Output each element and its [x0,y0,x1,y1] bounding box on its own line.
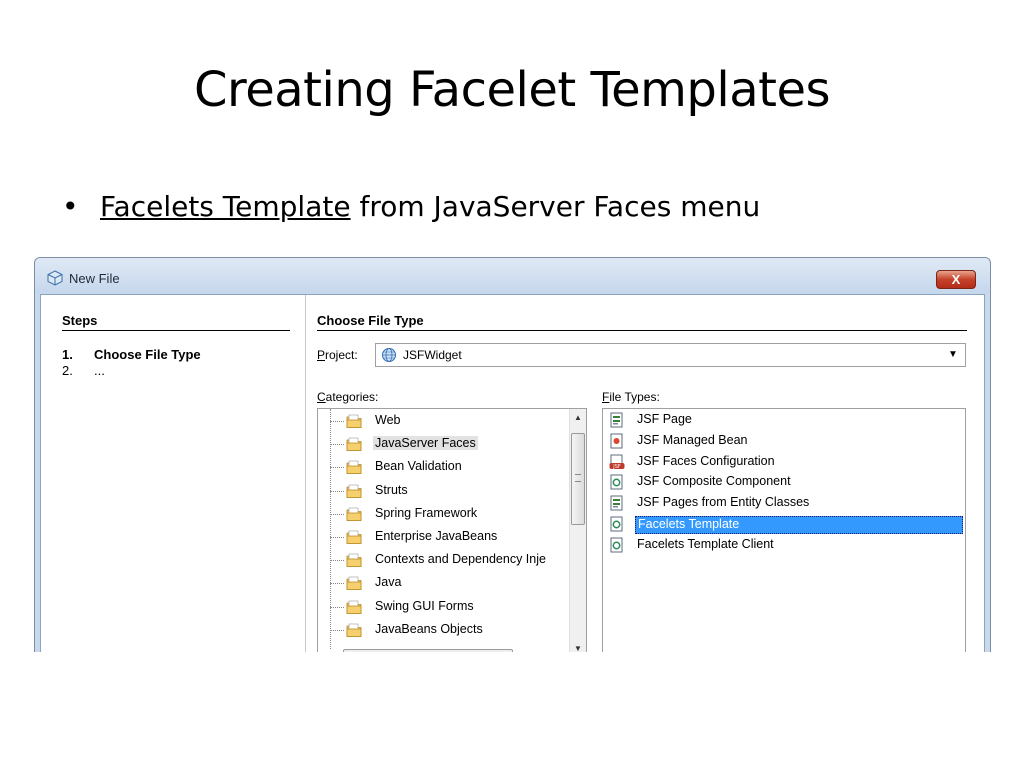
category-label: JavaBeans Objects [375,621,483,636]
step-label: Choose File Type [94,347,201,362]
netbeans-cube-icon [47,270,63,286]
file-type-item[interactable]: Facelets Template Client [605,535,963,556]
entity-pages-icon [609,495,625,511]
file-type-label: JSF Faces Configuration [637,453,775,468]
file-type-label: JSF Pages from Entity Classes [637,495,810,510]
category-label: Web [375,413,401,427]
category-item[interactable]: Spring Framework [318,503,568,526]
scroll-up-arrow-icon[interactable]: ▲ [570,409,586,426]
category-item[interactable]: Java [318,572,568,595]
category-label: Enterprise JavaBeans [375,529,498,543]
category-label: Swing GUI Forms [375,598,474,613]
folder-icon [346,575,362,591]
folder-icon [346,599,362,615]
folder-icon [346,552,362,568]
category-item[interactable]: Enterprise JavaBeans [318,526,568,549]
category-label: Contexts and Dependency Inje [375,552,546,567]
new-file-dialog: New File X Steps 1. Choose File Type 2...… [34,257,991,652]
tree-connector [330,583,344,585]
close-button[interactable]: X [936,270,976,289]
scroll-down-arrow-icon[interactable]: ▼ [570,640,586,652]
file-type-item[interactable]: JSF JSF Faces Configuration [605,452,963,473]
tree-connector [330,560,344,562]
category-item[interactable]: JavaBeans Objects [318,619,568,642]
bullet-marker: • [62,190,79,223]
file-type-label: JSF Managed Bean [637,432,748,447]
file-type-item[interactable]: Facelets Template [605,514,963,535]
category-item[interactable]: Web [318,410,568,433]
tree-connector [330,606,344,608]
file-type-label: Facelets Template Client [637,536,774,551]
file-type-item[interactable]: JSF Composite Component [605,472,963,493]
steps-panel: Steps 1. Choose File Type 2.... [41,295,305,652]
folder-icon [346,436,362,452]
grip-icon [575,474,581,482]
categories-label: Categories: [317,390,379,404]
file-type-label: JSF Page [637,412,692,426]
file-type-item[interactable]: JSF Pages from Entity Classes [605,493,963,514]
step-number: 2. [62,363,73,378]
vertical-scrollbar[interactable]: ▲ ▼ [569,409,586,652]
steps-heading: Steps [62,313,290,331]
file-types-label: File Types: [602,390,660,404]
tree-connector [330,421,344,422]
facelets-template-icon [609,516,625,532]
category-label: Struts [375,482,408,497]
step-item-2: 2.... [62,363,105,378]
dialog-title: New File [69,271,120,286]
file-type-item[interactable]: JSF Page [605,410,963,431]
slide-title: Creating Facelet Templates [194,62,830,118]
step-item-1: 1. Choose File Type [62,347,201,362]
scroll-thumb[interactable] [571,433,585,525]
bullet-text: from JavaServer Faces menu [350,190,761,223]
project-value: JSFWidget [403,348,462,362]
panel-heading: Choose File Type [317,313,967,331]
template-client-icon [609,537,625,553]
chevron-down-icon[interactable]: ▼ [945,346,961,364]
tree-connector [330,513,344,515]
tree-connector [330,467,344,469]
tree-connector [330,490,344,492]
composite-component-icon [609,474,625,490]
category-label: JavaServer Faces [373,436,478,451]
folder-icon [346,529,362,545]
tree-connector [330,444,344,446]
project-label: Project: [317,348,358,362]
horizontal-scrollbar[interactable] [343,649,513,652]
svg-text:JSF: JSF [612,464,621,470]
category-item[interactable]: Struts [318,480,568,503]
step-number: 1. [62,347,73,362]
category-item[interactable]: JavaServer Faces [318,433,568,456]
faces-config-icon: JSF [609,454,625,470]
folder-icon [346,413,362,429]
jsf-page-icon [609,412,625,428]
choose-file-type-panel: Choose File Type Project: JSFWidget ▼ Ca… [306,295,984,652]
tree-connector [330,629,344,631]
bullet-point: • Facelets Template from JavaServer Faces… [62,190,760,223]
folder-icon [346,459,362,475]
category-item[interactable]: Contexts and Dependency Inje [318,549,568,572]
managed-bean-icon [609,433,625,449]
file-type-label: JSF Composite Component [637,474,791,489]
category-label: Spring Framework [375,505,478,520]
file-type-label: Facelets Template [635,516,963,534]
step-label: ... [94,363,105,378]
folder-icon [346,506,362,522]
category-label: Bean Validation [375,459,462,474]
folder-icon [346,622,362,638]
title-bar[interactable]: New File X [35,258,990,294]
bullet-link-text[interactable]: Facelets Template [100,190,351,223]
category-item[interactable]: Swing GUI Forms [318,596,568,619]
project-dropdown[interactable]: JSFWidget ▼ [375,343,966,367]
folder-icon [346,483,362,499]
category-item[interactable]: Bean Validation [318,456,568,479]
globe-icon [382,348,396,362]
categories-tree[interactable]: Web JavaServer Faces Bean Validation Struts… [317,408,587,652]
tree-connector [330,537,344,538]
dialog-client-area: Steps 1. Choose File Type 2.... Choose Fi… [40,294,985,652]
file-type-item[interactable]: JSF Managed Bean [605,431,963,452]
category-label: Java [375,575,402,590]
file-types-list[interactable]: JSF Page JSF Managed Bean JSF JSF Faces Con… [602,408,966,652]
